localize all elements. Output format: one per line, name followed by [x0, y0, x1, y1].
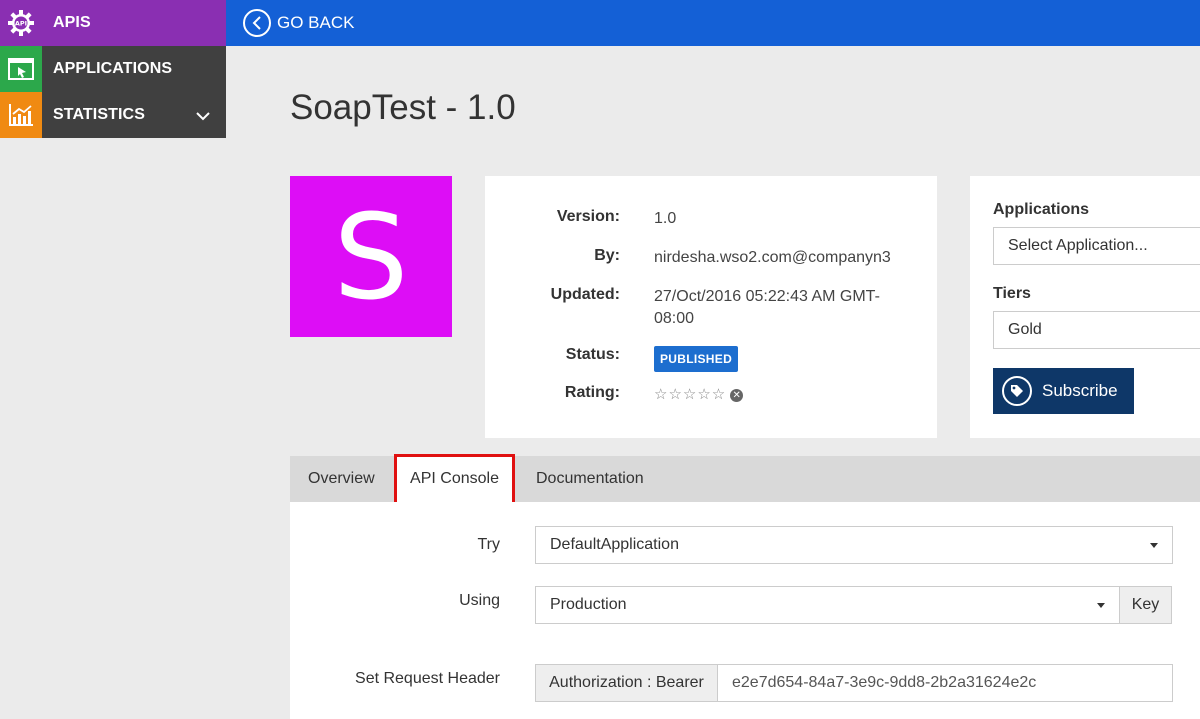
application-window-icon [0, 46, 42, 92]
svg-text:API: API [15, 20, 27, 28]
tab-bar: Overview API Console Documentation [290, 454, 1200, 505]
access-token-input[interactable]: e2e7d654-84a7-3e9c-9dd8-2b2a31624e2c [718, 664, 1173, 702]
sidebar-item-apis[interactable]: API APIS [0, 0, 226, 46]
subscribe-label: Subscribe [1042, 381, 1118, 400]
chevron-down-icon[interactable] [196, 108, 210, 126]
application-select[interactable]: Select Application... [993, 227, 1200, 265]
api-gear-icon: API [0, 0, 42, 46]
sidebar: API APIS APPLICATIONS STATISTICS [0, 0, 226, 138]
tab-documentation[interactable]: Documentation [536, 456, 644, 502]
rating-label: Rating: [564, 384, 620, 401]
clear-rating-icon[interactable]: ✕ [730, 389, 744, 402]
environment-value: Production [550, 596, 627, 613]
request-header-label: Set Request Header [355, 670, 500, 687]
subscribe-card: Applications Select Application... Tiers… [970, 176, 1200, 438]
tab-overview[interactable]: Overview [308, 456, 375, 502]
thumbnail-letter: S [333, 187, 409, 326]
go-back-label: GO BACK [277, 13, 355, 32]
status-value-wrap: PUBLISHED [654, 346, 914, 372]
updated-label: Updated: [550, 286, 620, 303]
sidebar-item-label: APIS [53, 14, 91, 31]
api-console-panel: Try DefaultApplication Using Production … [290, 502, 1200, 719]
tag-icon [1002, 376, 1032, 406]
environment-select[interactable]: Production [535, 586, 1120, 624]
api-thumbnail: S [290, 176, 452, 337]
caret-down-icon [1097, 603, 1105, 608]
subscribe-button[interactable]: Subscribe [993, 368, 1134, 414]
go-back-button[interactable]: GO BACK [243, 9, 354, 37]
sidebar-item-statistics[interactable]: STATISTICS [0, 92, 226, 138]
tab-api-console[interactable]: API Console [394, 454, 515, 505]
try-application-select[interactable]: DefaultApplication [535, 526, 1173, 564]
rating-value: ☆☆☆☆☆ ✕ [654, 384, 914, 406]
updated-value: 27/Oct/2016 05:22:43 AM GMT-08:00 [654, 288, 880, 327]
author-value: nirdesha.wso2.com@companyn3 [654, 249, 891, 266]
chevron-left-icon [243, 9, 271, 37]
try-label: Try [477, 536, 500, 553]
page-title: SoapTest - 1.0 [290, 88, 516, 127]
status-label: Status: [565, 346, 620, 363]
key-button[interactable]: Key [1119, 586, 1172, 624]
applications-label: Applications [993, 201, 1090, 218]
version-value: 1.0 [654, 210, 677, 227]
try-application-value: DefaultApplication [550, 536, 679, 553]
authorization-addon: Authorization : Bearer [535, 664, 718, 702]
tiers-label: Tiers [993, 285, 1031, 302]
tier-select[interactable]: Gold [993, 311, 1200, 349]
version-label: Version: [556, 208, 620, 225]
author-label: By: [594, 247, 620, 264]
top-bar: GO BACK [226, 0, 1200, 46]
using-label: Using [459, 592, 500, 609]
sidebar-item-label: APPLICATIONS [53, 60, 173, 77]
bar-chart-icon [0, 92, 42, 138]
status-badge: PUBLISHED [654, 346, 739, 372]
sidebar-item-applications[interactable]: APPLICATIONS [0, 46, 226, 92]
caret-down-icon [1150, 543, 1158, 548]
api-info-card: Version: 1.0 By: nirdesha.wso2.com@compa… [485, 176, 937, 438]
rating-stars[interactable]: ☆☆☆☆☆ [654, 386, 726, 403]
sidebar-item-label: STATISTICS [53, 106, 145, 123]
